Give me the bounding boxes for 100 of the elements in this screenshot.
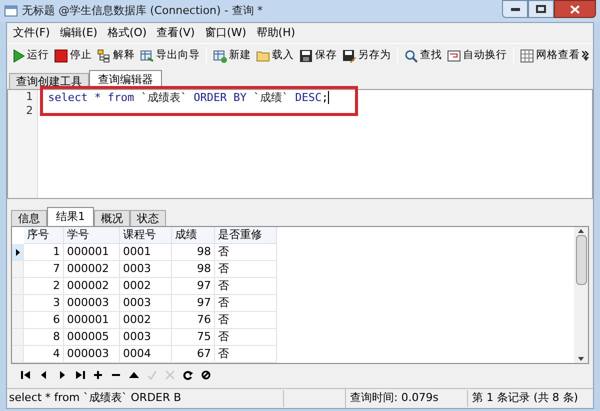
table-cell: 0003 <box>120 261 172 278</box>
column-header[interactable]: 学号 <box>64 227 120 244</box>
save-as-icon <box>342 48 356 62</box>
record-count-text: 第 1 条记录 (共 8 条) <box>471 390 580 406</box>
scroll-up-icon[interactable] <box>578 229 584 233</box>
stop-button[interactable]: 停止 <box>54 46 92 66</box>
tab[interactable]: 状态 <box>130 210 166 226</box>
code-token: select <box>48 91 88 104</box>
menu-item[interactable]: 窗口(W) <box>204 24 246 42</box>
table-cell: 否 <box>215 244 277 261</box>
minimize-button[interactable] <box>502 0 528 18</box>
table-export-icon <box>140 48 154 62</box>
current-row-icon <box>16 248 20 256</box>
table-cell: 否 <box>215 329 277 346</box>
window-title: 无标题 @学生信息数据库 (Connection) - 查询 * <box>22 2 263 19</box>
grid-button[interactable]: 网格查看 <box>520 46 580 66</box>
tab[interactable]: 概况 <box>94 210 130 226</box>
column-header[interactable]: 是否重修 <box>215 227 277 244</box>
table-cell: 75 <box>172 329 215 346</box>
triangle-up-icon[interactable] <box>129 370 139 380</box>
line-number: 2 <box>25 104 34 118</box>
refresh-icon[interactable] <box>183 370 193 380</box>
table-cell: 000005 <box>64 329 120 346</box>
stop-icon <box>54 48 68 62</box>
table-cell: 7 <box>24 261 64 278</box>
menu-item[interactable]: 编辑(E) <box>60 24 98 42</box>
column-header[interactable]: 成绩 <box>172 227 215 244</box>
find-button[interactable]: 查找 <box>404 46 442 66</box>
table-cell: 否 <box>215 261 277 278</box>
menu-item[interactable]: 格式(O) <box>107 24 147 42</box>
table-cell: 0001 <box>120 244 172 261</box>
dropdown-icon[interactable] <box>582 56 588 60</box>
close-icon <box>570 4 580 14</box>
table-cell: 000002 <box>64 261 120 278</box>
menu-item[interactable]: 帮助(H) <box>256 24 296 42</box>
code-token: * <box>94 91 101 104</box>
table-cell: 8 <box>24 329 64 346</box>
column-header[interactable]: 序号 <box>24 227 64 244</box>
table-cell: 98 <box>172 261 215 278</box>
table-cell: 否 <box>215 295 277 312</box>
run-button[interactable]: 运行 <box>11 46 49 66</box>
menu-item[interactable]: 查看(V) <box>156 24 195 42</box>
table-cell: 0002 <box>120 278 172 295</box>
code-token: DESC <box>295 91 322 104</box>
grid-icon <box>520 48 534 62</box>
maximize-button[interactable] <box>528 0 554 18</box>
previous-icon[interactable] <box>39 370 49 380</box>
explain-button[interactable]: 解释 <box>97 46 135 66</box>
folder-icon <box>256 48 270 62</box>
tree-icon <box>97 48 111 62</box>
table-cell: 97 <box>172 278 215 295</box>
plus-icon[interactable] <box>93 370 103 380</box>
table-cell: 1 <box>24 244 64 261</box>
save-button[interactable]: 保存 <box>299 46 337 66</box>
table-cell: 0002 <box>120 312 172 329</box>
code-token: `成绩表` <box>140 91 187 104</box>
cancel-circle-icon[interactable] <box>201 370 211 380</box>
save-icon <box>299 48 313 62</box>
table-cell: 4 <box>24 346 64 363</box>
line-number: 1 <box>25 90 34 104</box>
minimize-icon <box>510 8 520 10</box>
query-time-text: 查询时间: 0.079s <box>346 390 468 407</box>
tab[interactable]: 结果1 <box>47 207 94 226</box>
new-table-icon <box>213 48 227 62</box>
last-icon[interactable] <box>75 370 85 380</box>
table-cell: 否 <box>215 346 277 363</box>
scroll-down-icon[interactable] <box>578 357 584 361</box>
table-cell: 000001 <box>64 312 120 329</box>
export-button[interactable]: 导出向导 <box>140 46 200 66</box>
table-cell: 2 <box>24 278 64 295</box>
play-icon <box>11 48 25 62</box>
table-cell: 0003 <box>120 329 172 346</box>
close-button[interactable] <box>554 0 596 18</box>
saveas-button[interactable]: 另存为 <box>342 46 391 66</box>
table-cell: 否 <box>215 278 277 295</box>
maximize-icon <box>536 5 546 13</box>
row-indicator[interactable] <box>12 244 24 261</box>
table-cell: 67 <box>172 346 215 363</box>
table-cell: 0004 <box>120 346 172 363</box>
code-token: ORDER BY <box>194 91 247 104</box>
wrap-button[interactable]: 自动换行 <box>447 46 507 66</box>
tab[interactable]: 信息 <box>11 210 47 226</box>
scrollbar[interactable] <box>574 227 588 363</box>
code-token: `成绩` <box>253 91 288 104</box>
table-cell: 98 <box>172 244 215 261</box>
more-icon[interactable] <box>582 50 589 56</box>
table-cell: 000002 <box>64 278 120 295</box>
app-icon <box>4 4 18 18</box>
table-cell: 3 <box>24 295 64 312</box>
table-cell: 000001 <box>64 244 120 261</box>
column-header[interactable]: 课程号 <box>120 227 172 244</box>
load-button[interactable]: 载入 <box>256 46 294 66</box>
next-icon[interactable] <box>57 370 67 380</box>
table-cell: 000003 <box>64 346 120 363</box>
status-sql-text: select * from `成绩表` ORDER B <box>7 390 284 407</box>
menu-item[interactable]: 文件(F) <box>13 24 50 42</box>
new-button[interactable]: 新建 <box>213 46 251 66</box>
wrap-icon <box>447 48 461 62</box>
first-icon[interactable] <box>21 370 31 380</box>
table-cell: 6 <box>24 312 64 329</box>
